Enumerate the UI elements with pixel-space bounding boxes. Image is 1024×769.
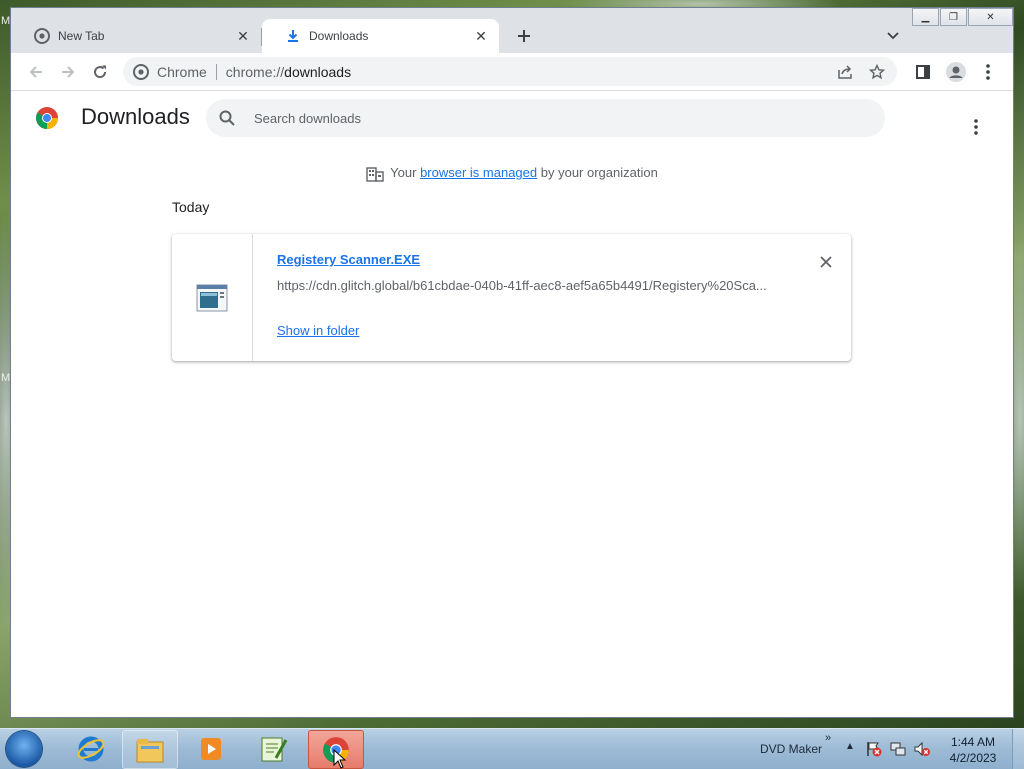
chrome-window: New Tab ✕ Downloads ✕ ▁ ❐ ✕ Chrome chrom… (11, 8, 1013, 717)
bookmark-button[interactable] (865, 60, 889, 84)
search-input[interactable] (252, 109, 885, 127)
date-section-heading: Today (172, 199, 210, 215)
managed-prefix: Your (390, 165, 417, 180)
scheme-label: Chrome (157, 63, 207, 80)
forward-button[interactable] (55, 59, 81, 85)
address-bar[interactable]: Chrome chrome://downloads (123, 57, 897, 86)
downloads-header: Downloads (11, 91, 1013, 145)
chrome-logo-icon (36, 107, 58, 129)
managed-link[interactable]: browser is managed (420, 165, 537, 180)
chevron-down-icon (887, 32, 899, 40)
chrome-icon (34, 28, 50, 44)
tab-title: New Tab (58, 29, 105, 43)
file-icon-column (172, 234, 253, 361)
search-icon (219, 110, 235, 126)
taskbar-internet-explorer[interactable] (64, 730, 118, 767)
managed-suffix: by your organization (540, 165, 658, 180)
maximize-button[interactable]: ❐ (940, 8, 967, 26)
kebab-icon (986, 64, 990, 80)
downloads-page: Downloads Your browser is managed by you… (11, 91, 1013, 717)
url-prefix: chrome:// (225, 63, 285, 80)
tab-strip: New Tab ✕ Downloads ✕ ▁ ❐ ✕ (11, 8, 1013, 53)
downloads-menu-button[interactable] (964, 115, 988, 139)
toolbar: Chrome chrome://downloads (11, 53, 1013, 91)
chrome-icon (133, 63, 149, 80)
arrow-left-icon (29, 66, 42, 78)
reload-icon (94, 65, 107, 79)
desktop-fragment: M (1, 15, 11, 27)
tab-downloads[interactable]: Downloads ✕ (262, 19, 499, 53)
share-button[interactable] (833, 60, 857, 84)
share-icon (838, 64, 852, 79)
mouse-cursor-icon (333, 749, 347, 769)
network-icon[interactable] (890, 741, 906, 757)
volume-muted-icon[interactable] (914, 741, 930, 757)
url-host: downloads (284, 63, 352, 80)
start-button[interactable] (6, 731, 42, 767)
system-clock[interactable]: 1:44 AM 4/2/2023 (940, 734, 1006, 766)
close-window-button[interactable]: ✕ (968, 8, 1013, 26)
window-controls: ▁ ❐ ✕ (911, 8, 1013, 26)
show-desktop-button[interactable] (1012, 729, 1024, 769)
show-hidden-icons-icon[interactable]: ▲ (845, 741, 855, 752)
page-title: Downloads (81, 104, 190, 129)
media-player-icon (201, 737, 221, 760)
reload-button[interactable] (87, 59, 113, 85)
show-in-folder-link[interactable]: Show in folder (277, 323, 359, 338)
notepad-icon (261, 737, 288, 761)
download-source-url: https://cdn.glitch.global/b61cbdae-040b-… (277, 278, 767, 293)
folder-icon (136, 738, 164, 762)
action-center-icon[interactable] (866, 741, 882, 757)
download-icon (288, 30, 298, 42)
side-panel-button[interactable] (910, 59, 936, 85)
executable-file-icon (196, 284, 228, 311)
internet-explorer-icon (77, 736, 105, 761)
remove-download-button[interactable] (814, 250, 838, 274)
search-box[interactable] (206, 99, 885, 137)
url-text: chrome://downloads (226, 64, 833, 80)
star-icon (869, 63, 885, 79)
tab-search-button[interactable] (883, 26, 903, 46)
plus-icon (518, 30, 530, 42)
clock-time: 1:44 AM (950, 735, 996, 749)
close-icon (820, 256, 832, 268)
close-icon[interactable]: ✕ (471, 26, 491, 46)
divider (215, 63, 217, 80)
toolbar-chevron-icon[interactable]: » (825, 732, 831, 744)
tab-title: Downloads (309, 29, 369, 43)
download-item: Registery Scanner.EXE https://cdn.glitch… (172, 234, 851, 361)
download-filename-link[interactable]: Registery Scanner.EXE (277, 252, 420, 267)
side-panel-icon (916, 65, 930, 79)
desktop-fragment: M (1, 372, 11, 384)
chrome-menu-button[interactable] (975, 59, 1001, 85)
kebab-icon (974, 119, 978, 135)
taskbar-notepad-plus[interactable] (246, 730, 300, 767)
taskbar-explorer[interactable] (122, 730, 178, 769)
new-tab-button[interactable] (513, 25, 535, 47)
taskbar-media-player[interactable] (184, 730, 238, 767)
close-icon[interactable]: ✕ (233, 26, 253, 46)
taskbar: DVD Maker » ▲ 1:44 AM 4/2/2023 (0, 728, 1024, 769)
arrow-right-icon (62, 66, 75, 78)
profile-button[interactable] (943, 59, 969, 85)
minimize-button[interactable]: ▁ (912, 8, 939, 26)
avatar-icon (946, 62, 966, 82)
back-button[interactable] (23, 59, 49, 85)
tab-new-tab[interactable]: New Tab ✕ (11, 19, 261, 53)
building-icon (366, 166, 384, 182)
toolbar-label[interactable]: DVD Maker (760, 742, 822, 756)
clock-date: 4/2/2023 (949, 751, 997, 765)
managed-notice: Your browser is managed by your organiza… (11, 165, 1013, 182)
